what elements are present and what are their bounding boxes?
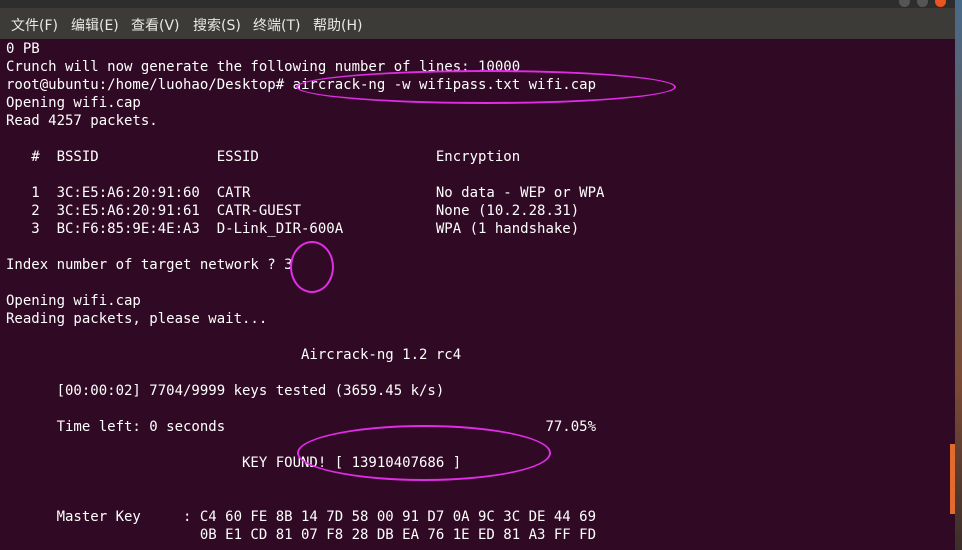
window-controls: [895, 0, 955, 8]
terminal-line: Read 4257 packets.: [6, 113, 158, 129]
target-index-highlight-ellipse: [290, 241, 334, 293]
desktop-background: [955, 0, 962, 550]
close-button[interactable]: [935, 0, 946, 7]
terminal-line: Opening wifi.cap: [6, 95, 141, 111]
master-key-line: Master Key : C4 60 FE 8B 14 7D 58 00 91 …: [6, 509, 597, 525]
maximize-button[interactable]: [917, 0, 928, 7]
keys-tested-status: [00:00:02] 7704/9999 keys tested (3659.4…: [6, 383, 445, 399]
network-row: 1 3C:E5:A6:20:91:60 CATR No data - WEP o…: [6, 185, 605, 201]
aircrack-banner: Aircrack-ng 1.2 rc4: [6, 347, 462, 363]
network-row: 2 3C:E5:A6:20:91:61 CATR-GUEST None (10.…: [6, 203, 580, 219]
terminal-line: Reading packets, please wait...: [6, 311, 268, 327]
menu-search[interactable]: 搜索(S): [193, 15, 241, 35]
menu-view[interactable]: 查看(V): [131, 15, 180, 35]
menu-bar: 文件(F) 编辑(E) 查看(V) 搜索(S) 终端(T) 帮助(H): [0, 8, 955, 39]
network-table-header: # BSSID ESSID Encryption: [6, 149, 521, 165]
minimize-button[interactable]: [899, 0, 910, 7]
terminal-line: Opening wifi.cap: [6, 293, 141, 309]
master-key-line: 0B E1 CD 81 07 F8 28 DB EA 76 1E ED 81 A…: [6, 527, 597, 543]
target-prompt: Index number of target network ? 3: [6, 257, 293, 273]
menu-edit[interactable]: 编辑(E): [71, 15, 119, 35]
window-titlebar[interactable]: [0, 0, 955, 8]
menu-file[interactable]: 文件(F): [11, 15, 58, 35]
key-found-highlight-ellipse: [297, 425, 551, 481]
menu-terminal[interactable]: 终端(T): [253, 15, 300, 35]
terminal-line: 0 PB: [6, 41, 40, 57]
menu-help[interactable]: 帮助(H): [313, 15, 362, 35]
network-row: 3 BC:F6:85:9E:4E:A3 D-Link_DIR-600A WPA …: [6, 221, 580, 237]
command-highlight-ellipse: [296, 70, 676, 104]
